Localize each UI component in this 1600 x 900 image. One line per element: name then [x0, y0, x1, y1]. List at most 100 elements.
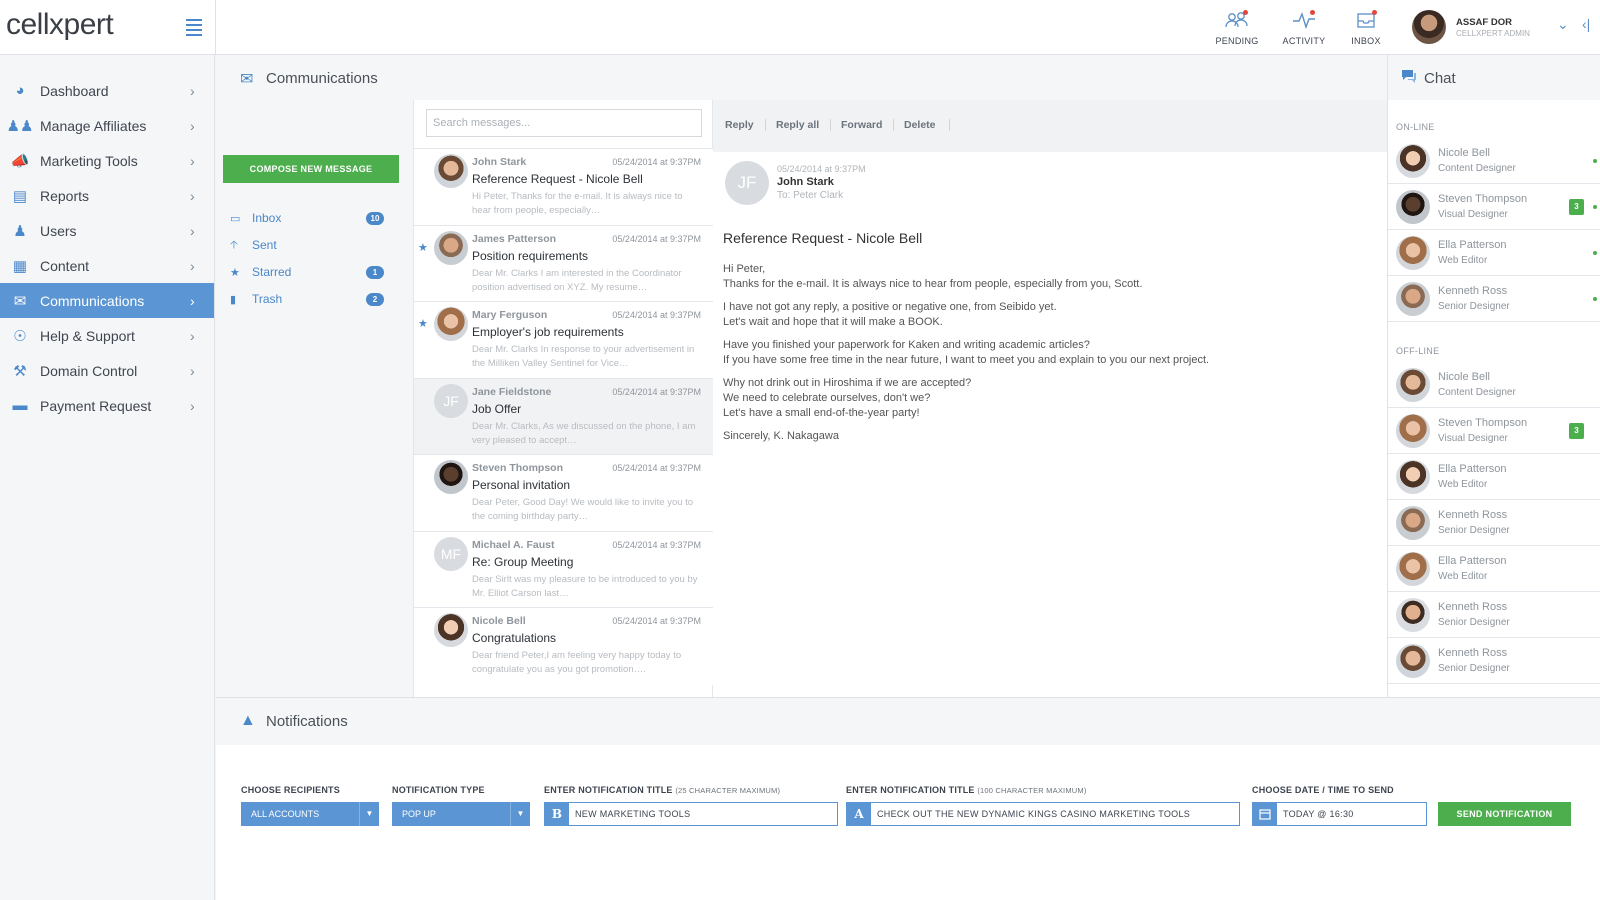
count-badge: 1	[366, 265, 384, 279]
notification-message-input[interactable]	[877, 803, 1235, 825]
message-sender: Nicole Bell	[472, 615, 526, 627]
message-row[interactable]: Nicole Bell 05/24/2014 at 9:37PM Congratul…	[414, 607, 713, 685]
user-name: ASSAF DOR	[1456, 17, 1512, 28]
message-row[interactable]: JF Jane Fieldstone 05/24/2014 at 9:37PM Job…	[414, 377, 713, 456]
chat-contact[interactable]: Kenneth Ross Senior Designer	[1388, 276, 1600, 322]
send-notification-button[interactable]: SEND NOTIFICATION	[1438, 802, 1571, 826]
sidebar-item-help-support[interactable]: ☉ Help & Support ›	[0, 318, 214, 353]
message-body: Hi Peter, Thanks for the e-mail. It is a…	[723, 262, 1363, 452]
notification-title-input[interactable]	[575, 803, 833, 825]
delete-button[interactable]: Delete	[904, 119, 936, 131]
notification-type-select[interactable]: POP UP ▼	[392, 802, 530, 826]
chat-contact[interactable]: Ella Patterson Web Editor	[1388, 230, 1600, 276]
avatar	[1396, 236, 1430, 270]
toolbar-divider	[765, 119, 766, 131]
avatar: MF	[434, 536, 468, 571]
message-row[interactable]: Steven Thompson 05/24/2014 at 9:37PM Perso…	[414, 454, 713, 532]
chat-contact[interactable]: Nicole Bell Content Designer	[1388, 138, 1600, 184]
message-row[interactable]: ★ James Patterson 05/24/2014 at 9:37PM Posi…	[414, 224, 713, 303]
online-status-icon	[1593, 159, 1597, 163]
sidebar-top-strip	[0, 55, 214, 73]
sidebar-item-domain-control[interactable]: ⚒ Domain Control ›	[0, 353, 214, 388]
collapse-panel-icon[interactable]: ‹|	[1582, 16, 1590, 32]
contact-name: Ella Patterson	[1438, 239, 1507, 251]
chat-contact[interactable]: Kenneth Ross Senior Designer	[1388, 500, 1600, 546]
sidebar-item-marketing-tools[interactable]: 📣 Marketing Tools ›	[0, 143, 214, 178]
chat-contact[interactable]: Ella Patterson Web Editor	[1388, 454, 1600, 500]
compose-button[interactable]: COMPOSE NEW MESSAGE	[223, 155, 399, 183]
contact-role: Web Editor	[1438, 571, 1488, 582]
count-badge: 10	[366, 211, 384, 225]
chat-contact[interactable]: Nicole Bell Content Designer	[1388, 362, 1600, 408]
message-row[interactable]: ★ Mary Ferguson 05/24/2014 at 9:37PM Employ…	[414, 301, 713, 379]
message-row[interactable]: John Stark 05/24/2014 at 9:37PM Reference …	[414, 148, 713, 226]
pending-button[interactable]: PENDING	[1207, 10, 1267, 46]
star-icon[interactable]: ★	[418, 241, 428, 254]
sidebar-item-label: Payment Request	[40, 397, 152, 414]
calendar-icon[interactable]	[1253, 803, 1277, 825]
envelope-icon: ✉	[240, 71, 254, 88]
send-date-field	[1252, 802, 1427, 826]
chat-header: Chat	[1388, 55, 1600, 100]
chevron-right-icon: ›	[190, 257, 195, 274]
activity-label: ACTIVITY	[1282, 36, 1326, 46]
message-preview: Dear Peter, Good Day! We would like to i…	[472, 497, 694, 522]
user-icon: ♟	[13, 222, 27, 240]
message-subject: Employer's job requirements	[472, 325, 624, 339]
chat-contact[interactable]: Ella Patterson Web Editor	[1388, 546, 1600, 592]
chat-contact[interactable]: Kenneth Ross Senior Designer	[1388, 638, 1600, 684]
message-row[interactable]: MF Michael A. Faust 05/24/2014 at 9:37PM Re…	[414, 530, 713, 609]
contact-name: Kenneth Ross	[1438, 647, 1508, 659]
menu-toggle-icon[interactable]	[186, 19, 202, 36]
forward-button[interactable]: Forward	[841, 119, 882, 131]
unread-badge: 3	[1569, 423, 1584, 439]
reply-all-button[interactable]: Reply all	[776, 119, 819, 131]
folder-trash[interactable]: ▮ Trash 2	[230, 290, 384, 308]
sidebar-item-users[interactable]: ♟ Users ›	[0, 213, 214, 248]
activity-button[interactable]: ACTIVITY	[1274, 10, 1334, 46]
message-sender: James Patterson	[472, 232, 557, 245]
pending-users-icon	[1224, 10, 1250, 32]
chat-contact[interactable]: Steven Thompson Visual Designer 3	[1388, 184, 1600, 230]
search-messages-input[interactable]	[426, 109, 702, 137]
avatar	[1396, 598, 1430, 632]
message-sender: Jane Fieldstone	[472, 385, 552, 398]
megaphone-icon: 📣	[10, 152, 30, 170]
content-icon: ▦	[12, 257, 28, 275]
message-preview: Dear Mr. Clarks In response to your adve…	[472, 344, 695, 369]
sidebar-item-content[interactable]: ▦ Content ›	[0, 248, 214, 283]
arrow-up-icon: 🡡	[230, 238, 238, 251]
user-profile-menu[interactable]: ASSAF DOR CELLXPERT ADMIN ⌄	[1412, 10, 1572, 46]
inbox-button[interactable]: INBOX	[1336, 10, 1396, 46]
sidebar-item-label: Domain Control	[40, 362, 138, 379]
message-reader: Reply Reply all Forward Delete JF 05/24/…	[713, 100, 1387, 697]
folder-inbox[interactable]: ▭ Inbox 10	[230, 209, 384, 227]
sidebar-item-reports[interactable]: ▤ Reports ›	[0, 178, 214, 213]
avatar	[434, 154, 468, 188]
sidebar-item-communications[interactable]: ✉ Communications ›	[0, 283, 214, 318]
credit-card-icon: ▬	[12, 397, 28, 414]
reply-button[interactable]: Reply	[725, 119, 754, 131]
star-icon[interactable]: ★	[418, 317, 428, 330]
recipients-select[interactable]: ALL ACCOUNTS ▼	[241, 802, 379, 826]
inbox-label: INBOX	[1351, 36, 1381, 46]
sidebar-item-dashboard[interactable]: ◕ Dashboard ›	[0, 73, 214, 108]
contact-name: Kenneth Ross	[1438, 285, 1508, 297]
chat-contact[interactable]: Kenneth Ross Senior Designer	[1388, 592, 1600, 638]
inbox-icon	[1353, 10, 1379, 32]
chevron-down-icon[interactable]: ⌄	[1557, 16, 1569, 33]
chat-contact[interactable]: Steven Thompson Visual Designer 3	[1388, 408, 1600, 454]
sidebar-nav: ◕ Dashboard › ♟♟ Manage Affiliates › 📣 Marketin…	[0, 73, 214, 423]
send-date-input[interactable]	[1283, 803, 1422, 825]
communications-panel: ✉ Communications COMPOSE NEW MESSAGE ▭ In…	[216, 55, 1387, 697]
sidebar-item-payment-request[interactable]: ▬ Payment Request ›	[0, 388, 214, 423]
notification-message-label: ENTER NOTIFICATION TITLE (100 CHARACTER …	[846, 785, 1087, 795]
text-icon: A	[847, 803, 871, 825]
folder-starred[interactable]: ★ Starred 1	[230, 263, 384, 281]
folder-sent[interactable]: 🡡 Sent	[230, 236, 384, 254]
notification-message-label-text: ENTER NOTIFICATION TITLE	[846, 785, 975, 795]
offline-section-label: OFF-LINE	[1396, 346, 1440, 356]
cellxpert-logo[interactable]: cellxpert	[6, 8, 114, 42]
contact-name: Steven Thompson	[1438, 193, 1528, 205]
sidebar-item-manage-affiliates[interactable]: ♟♟ Manage Affiliates ›	[0, 108, 214, 143]
